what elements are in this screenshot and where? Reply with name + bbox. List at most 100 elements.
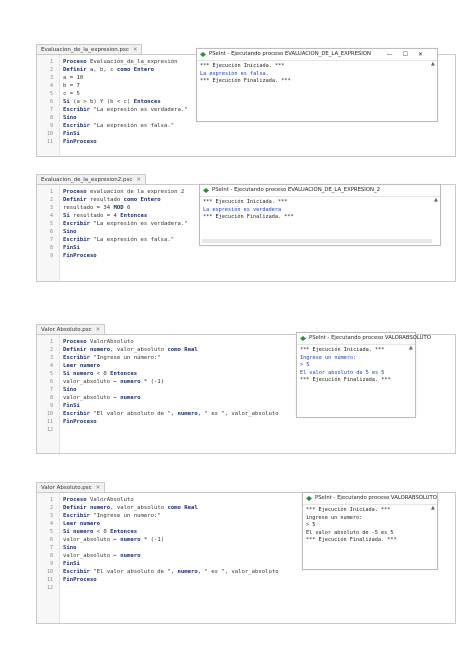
code-token: "La expresión es verdadera." [89, 221, 188, 227]
code-text: Proceso ValorAbsoluto [63, 338, 134, 346]
pseint-icon [300, 336, 306, 341]
code-keyword: numero [120, 395, 141, 401]
code-token: ValorAbsoluto [86, 339, 134, 345]
code-keyword: Escribir [63, 237, 90, 243]
code-keyword: FinSi [63, 131, 80, 137]
pseint-output-window[interactable]: PSeInt - Ejecutando proceso EVALUACION_D… [196, 48, 438, 122]
pseint-output-window[interactable]: PSeInt - Ejecutando proceso EVALUACION_D… [199, 184, 441, 246]
vertical-scrollbar[interactable]: ▲ [409, 345, 414, 416]
code-text: Si (a > b) Y (b < c) Entonces [63, 98, 161, 106]
horizontal-scrollbar[interactable] [202, 239, 432, 243]
vertical-scrollbar[interactable]: ▲ [434, 197, 439, 244]
code-token: valor_absoluto ← [63, 379, 121, 385]
file-tab-label: Evaluacion_de_la_expresion.psc [41, 47, 129, 53]
code-text: Sino [63, 544, 76, 552]
close-icon[interactable]: ✕ [136, 177, 141, 183]
output-window-title: PSeInt - Ejecutando proceso EVALUACION_D… [212, 187, 381, 193]
line-number: 9 [49, 253, 53, 259]
arrow-up-icon[interactable]: ▲ [431, 61, 436, 67]
code-keyword: Escribir [63, 411, 90, 417]
line-number: 11 [46, 577, 53, 583]
line-number: 6 [49, 379, 53, 385]
line-number: 1 [49, 339, 53, 345]
code-text: Si numero < 0 Entonces [63, 528, 137, 536]
line-number: 5 [49, 221, 53, 227]
line-number: 8 [49, 115, 53, 121]
code-keyword: Proceso [63, 497, 87, 503]
code-keyword: numero [177, 411, 198, 417]
pseint-output-window[interactable]: PSeInt - Ejecutando proceso VALORABSOLUT… [296, 332, 431, 418]
code-token: "Ingrese un número:" [89, 355, 161, 361]
file-tab-label: Valor Absoluto.psc [41, 327, 92, 333]
code-keyword: numero [177, 569, 198, 575]
close-icon[interactable]: ✕ [133, 47, 138, 53]
line-number: 3 [49, 205, 53, 211]
vertical-scrollbar[interactable]: ▲ [431, 505, 436, 568]
line-number: 4 [49, 521, 53, 527]
window-controls: —☐✕ [387, 49, 433, 60]
output-window-title: PSeInt - Ejecutando proceso VALORABSOLUT… [309, 335, 431, 341]
code-text: Sino [63, 386, 76, 394]
console-line: *** Ejecución Iniciada. *** [203, 199, 288, 205]
arrow-up-icon[interactable]: ▲ [431, 505, 436, 511]
line-number: 2 [49, 67, 53, 73]
output-window-titlebar[interactable]: PSeInt - Ejecutando proceso EVALUACION_D… [197, 49, 437, 61]
arrow-up-icon[interactable]: ▲ [409, 345, 414, 351]
code-token: resultado = 34 [63, 205, 114, 211]
line-number: 8 [49, 553, 53, 559]
code-text: Leer numero [63, 520, 100, 528]
console-line: La expresión es falsa. [200, 70, 269, 77]
pseint-output-window[interactable]: PSeInt - Ejecutando proceso VALORABSOLUT… [302, 492, 438, 570]
code-token: a, b, c [86, 67, 117, 73]
code-text: Escribir "Ingrese un numero:" [63, 512, 161, 520]
line-number: 7 [49, 237, 53, 243]
code-keyword: Si numero [63, 371, 94, 377]
code-keyword: Entonces [110, 371, 138, 377]
code-text: Escribir "La expresión es verdadera." [63, 106, 188, 114]
line-number: 6 [49, 99, 53, 105]
code-keyword: FinProceso [63, 253, 97, 259]
line-number: 10 [46, 411, 53, 417]
line-number: 5 [49, 371, 53, 377]
code-text: Definir a, b, c como Entero [63, 66, 154, 74]
code-text: Escribir "La expresión es verdadera." [63, 220, 188, 228]
code-keyword: Escribir [63, 355, 90, 361]
code-text: Escribir "Ingrese un número:" [63, 354, 161, 362]
code-token: (a > b) Y (b < c) [69, 99, 134, 105]
code-keyword: Proceso [63, 59, 87, 65]
code-token: "La expresión es falsa." [89, 123, 175, 129]
code-text: valor_absoluto ← numero * (-1) [63, 536, 164, 544]
line-number: 9 [49, 561, 53, 567]
close-icon[interactable]: ✕ [96, 327, 101, 333]
line-number: 12 [46, 585, 53, 591]
code-text: FinSi [63, 560, 80, 568]
output-window-titlebar[interactable]: PSeInt - Ejecutando proceso VALORABSOLUT… [303, 493, 437, 505]
output-window-titlebar[interactable]: PSeInt - Ejecutando proceso VALORABSOLUT… [297, 333, 431, 345]
line-number: 4 [49, 363, 53, 369]
code-keyword: Escribir [63, 569, 90, 575]
line-number: 2 [49, 505, 53, 511]
code-keyword: numero [120, 537, 141, 543]
minimize-button[interactable]: — [387, 51, 403, 58]
code-keyword: Sino [63, 387, 77, 393]
code-keyword: como Real [167, 347, 198, 353]
code-keyword: MOD [113, 205, 124, 211]
code-token: < 0 [93, 529, 111, 535]
code-token: ValorAbsoluto [86, 497, 134, 503]
close-icon[interactable]: ✕ [96, 485, 101, 491]
code-text: Si resultado = 4 Entonces [63, 212, 147, 220]
code-token: "El valor absoluto de ", [89, 569, 178, 575]
code-keyword: Definir [63, 347, 87, 353]
arrow-up-icon[interactable]: ▲ [434, 197, 439, 203]
code-text: Proceso ValorAbsoluto [63, 496, 134, 504]
output-window-titlebar[interactable]: PSeInt - Ejecutando proceso EVALUACION_D… [200, 185, 440, 197]
vertical-scrollbar[interactable]: ▲ [431, 61, 436, 120]
code-keyword: numero [89, 505, 111, 511]
console-line: *** Ejecución Iniciada. *** [300, 347, 385, 353]
maximize-button[interactable]: ☐ [403, 51, 418, 58]
console-line: *** Ejecución Finalizada. *** [200, 78, 291, 84]
line-number: 4 [49, 83, 53, 89]
close-button[interactable]: ✕ [418, 51, 433, 58]
code-token: "Ingrese un numero:" [89, 513, 161, 519]
line-number: 6 [49, 537, 53, 543]
